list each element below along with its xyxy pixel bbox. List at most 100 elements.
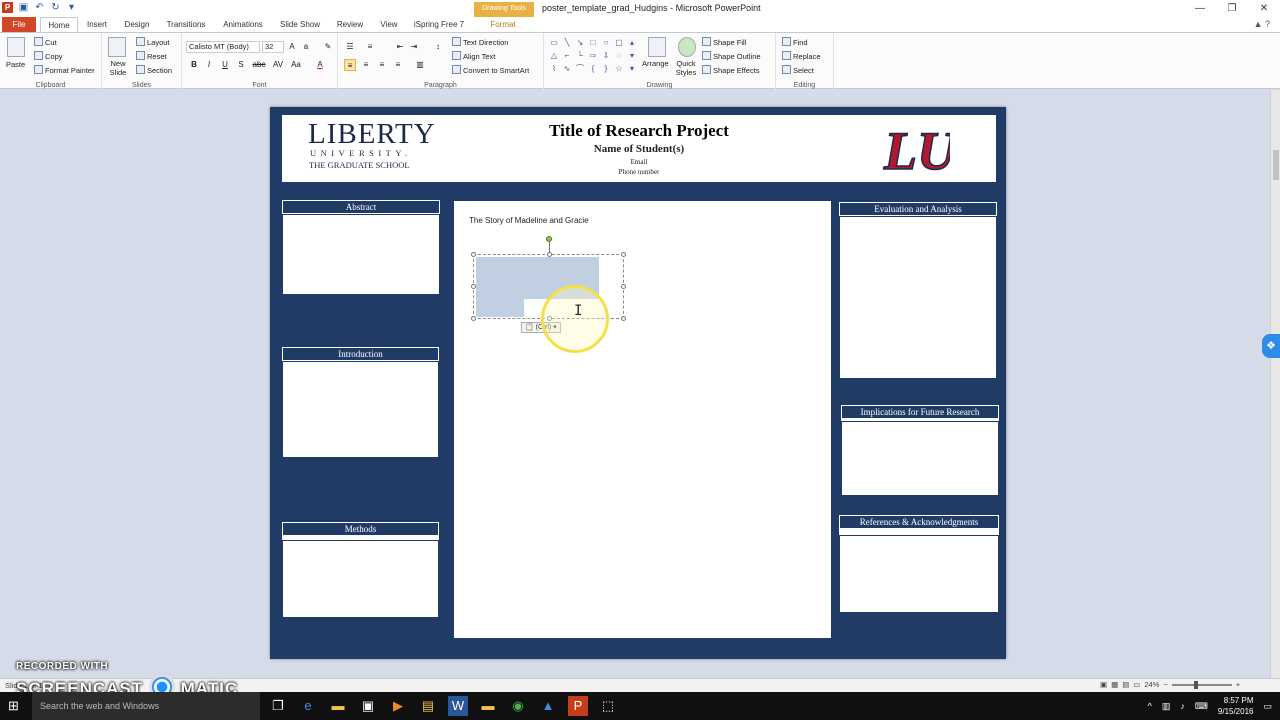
poster-slide[interactable]: LIBERTY UNIVERSITY. THE GRADUATE SCHOOL … <box>270 107 1006 659</box>
center-panel[interactable]: The Story of Madeline and Gracie 📋 (Ctrl… <box>454 201 831 638</box>
references-body[interactable] <box>839 535 999 613</box>
char-spacing-button[interactable]: AV <box>270 59 286 71</box>
dropbox-icon[interactable]: ❖ <box>1262 334 1280 358</box>
tab-insert[interactable]: Insert <box>84 17 110 32</box>
tab-design[interactable]: Design <box>120 17 154 32</box>
windows-start-icon[interactable]: ⊞ <box>8 698 24 714</box>
tab-home[interactable]: Home <box>40 17 78 32</box>
vertical-scrollbar[interactable] <box>1270 90 1280 678</box>
tab-transitions[interactable]: Transitions <box>164 17 208 32</box>
font-name-select[interactable]: Calisto MT (Body) <box>186 41 260 53</box>
star-shape-icon[interactable]: ☆ <box>613 63 625 75</box>
shape-outline-button[interactable]: Shape Outline <box>702 51 761 61</box>
pasted-shape-fill-lower[interactable] <box>476 299 524 317</box>
introduction-heading[interactable]: Introduction <box>282 347 439 361</box>
oval-shape-icon[interactable]: ○ <box>600 37 612 49</box>
network-icon[interactable]: ▥ <box>1162 701 1171 712</box>
align-text-button[interactable]: Align Text <box>452 51 495 61</box>
numbering-icon[interactable]: ≡ <box>364 41 376 53</box>
undo-icon[interactable]: ↶ <box>34 2 45 13</box>
scroll-thumb[interactable] <box>1273 150 1279 180</box>
photos-icon[interactable]: ▲ <box>538 696 558 716</box>
tab-ispring[interactable]: iSpring Free 7 <box>412 17 466 32</box>
curve-shape-icon[interactable]: ∿ <box>561 63 573 75</box>
shapes-gallery[interactable]: ▭ ╲ ↘ □ ○ ▢ ▴ △ ⌐ └ ⇨ ⇩ ◌ ▾ ⌇ ∿ ⌒{} ☆ ▾ <box>548 37 634 77</box>
line-spacing-icon[interactable]: ↕ <box>432 41 444 53</box>
reset-button[interactable]: Reset <box>136 51 167 61</box>
shrink-font-icon[interactable]: a <box>300 41 312 53</box>
bold-button[interactable]: B <box>188 59 200 71</box>
zoom-in-icon[interactable]: + <box>1236 680 1240 689</box>
clear-format-icon[interactable]: ✎ <box>322 41 334 53</box>
restore-icon[interactable]: ❐ <box>1216 0 1248 17</box>
reading-view-icon[interactable]: ▤ <box>1122 680 1129 689</box>
align-right-icon[interactable]: ≡ <box>376 59 388 71</box>
italic-button[interactable]: I <box>203 59 215 71</box>
store-icon[interactable]: ▣ <box>358 696 378 716</box>
tray-expand-icon[interactable]: ^ <box>1148 701 1152 711</box>
help-icon[interactable]: ▲ ? <box>1254 19 1270 29</box>
introduction-body[interactable] <box>282 361 439 458</box>
align-center-icon[interactable]: ≡ <box>360 59 372 71</box>
introduction-panel[interactable]: Introduction <box>282 347 439 458</box>
methods-heading[interactable]: Methods <box>282 522 439 536</box>
tab-review[interactable]: Review <box>334 17 366 32</box>
snipping-tool-icon[interactable]: ⬚ <box>598 696 618 716</box>
keyboard-icon[interactable]: ⌨ <box>1195 701 1208 712</box>
center-text[interactable]: The Story of Madeline and Gracie <box>469 216 589 225</box>
taskbar-search-input[interactable]: Search the web and Windows <box>32 692 260 720</box>
underline-button[interactable]: U <box>219 59 231 71</box>
clock[interactable]: 8:57 PM 9/15/2016 <box>1218 695 1254 717</box>
resize-handle-t[interactable] <box>547 252 552 257</box>
arrange-button[interactable]: Arrange <box>642 59 669 68</box>
right-arrow-shape-icon[interactable]: ⇨ <box>587 50 599 62</box>
abstract-body[interactable] <box>282 214 440 295</box>
evaluation-panel[interactable]: Evaluation and Analysis <box>839 202 997 379</box>
resize-handle-r[interactable] <box>621 284 626 289</box>
scroll-shape-icon[interactable]: ▾ <box>626 50 638 62</box>
slideshow-view-icon[interactable]: ▭ <box>1133 680 1140 689</box>
quick-styles-button[interactable]: Quick Styles <box>672 59 700 77</box>
brace-left-shape-icon[interactable]: { <box>587 63 599 75</box>
references-heading[interactable]: References & Acknowledgments <box>839 515 999 529</box>
find-button[interactable]: Find <box>782 37 808 47</box>
file-explorer-icon[interactable]: ▬ <box>328 696 348 716</box>
new-slide-button[interactable]: New Slide <box>106 59 130 77</box>
cut-button[interactable]: Cut <box>34 37 57 47</box>
triangle-shape-icon[interactable]: △ <box>548 50 560 62</box>
chrome-icon[interactable]: ◉ <box>508 696 528 716</box>
justify-icon[interactable]: ≡ <box>392 59 404 71</box>
onenote-icon[interactable]: ▤ <box>418 696 438 716</box>
powerpoint-icon[interactable]: P <box>2 2 13 13</box>
customize-icon[interactable]: ▾ <box>66 2 77 13</box>
references-panel[interactable]: References & Acknowledgments <box>839 515 999 613</box>
sorter-view-icon[interactable]: ▦ <box>1111 680 1118 689</box>
implications-panel[interactable]: Implications for Future Research <box>841 405 999 496</box>
more-shapes-icon[interactable]: ▴ <box>626 37 638 49</box>
callout-shape-icon[interactable]: ◌ <box>613 50 625 62</box>
tab-view[interactable]: View <box>376 17 402 32</box>
down-arrow-shape-icon[interactable]: ⇩ <box>600 50 612 62</box>
text-direction-button[interactable]: Text Direction <box>452 37 508 47</box>
tab-format[interactable]: Format <box>486 17 520 32</box>
tab-animations[interactable]: Animations <box>220 17 266 32</box>
zoom-out-icon[interactable]: − <box>1163 680 1167 689</box>
edge-icon[interactable]: e <box>298 696 318 716</box>
word-icon[interactable]: W <box>448 696 468 716</box>
arrange-icon[interactable] <box>648 37 666 57</box>
abstract-panel[interactable]: Abstract <box>282 200 440 295</box>
elbow-shape-icon[interactable]: ⌐ <box>561 50 573 62</box>
zoom-level[interactable]: 24% <box>1144 680 1159 689</box>
folder-icon[interactable]: ▬ <box>478 696 498 716</box>
convert-smartart-button[interactable]: Convert to SmartArt <box>452 65 529 75</box>
expand-shapes-icon[interactable]: ▾ <box>626 63 638 75</box>
layout-button[interactable]: Layout <box>136 37 170 47</box>
section-button[interactable]: Section <box>136 65 172 75</box>
zoom-slider-knob[interactable] <box>1193 680 1198 689</box>
rotation-handle[interactable] <box>546 236 552 242</box>
implications-body[interactable] <box>841 421 999 496</box>
minimize-icon[interactable]: — <box>1184 0 1216 17</box>
evaluation-body[interactable] <box>839 216 997 379</box>
quick-styles-icon[interactable] <box>678 37 696 57</box>
brace-right-shape-icon[interactable]: } <box>600 63 612 75</box>
